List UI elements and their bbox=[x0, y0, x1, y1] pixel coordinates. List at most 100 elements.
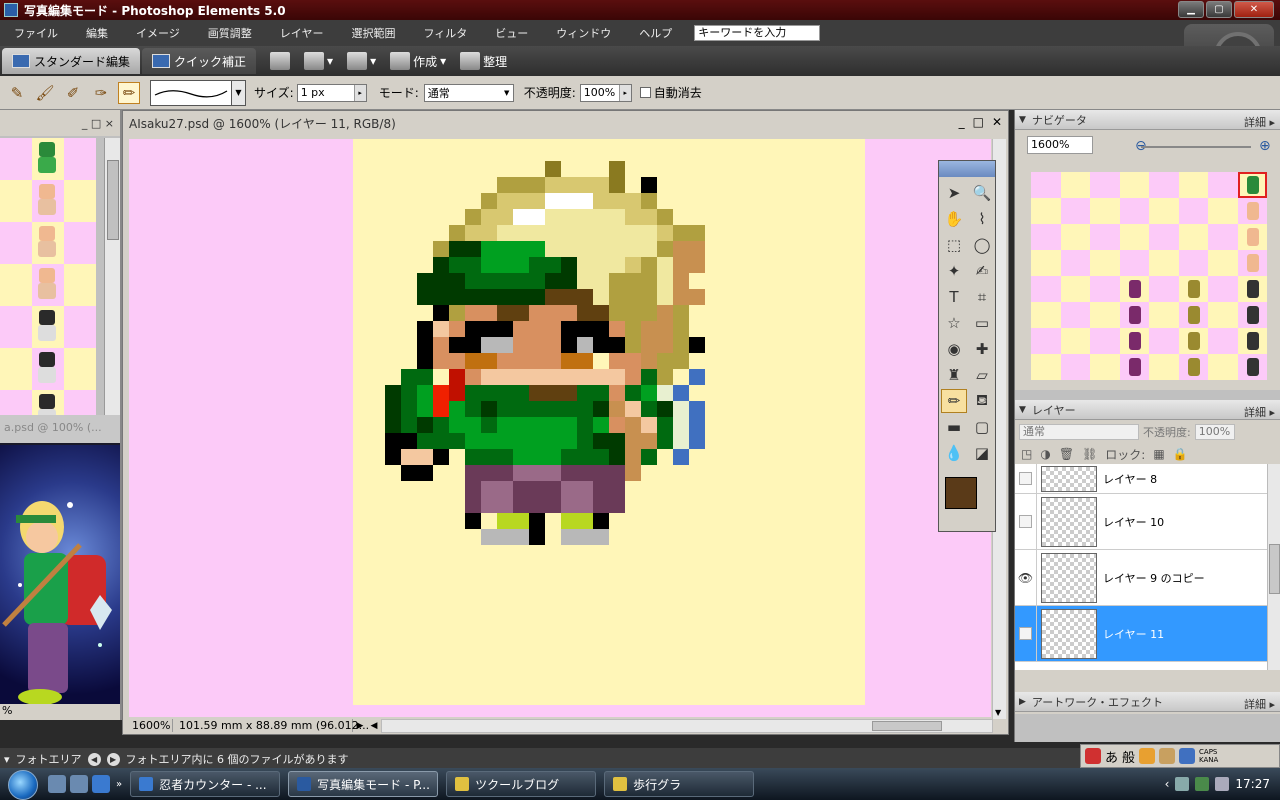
move-tool-icon[interactable]: ➤ bbox=[941, 181, 967, 205]
opacity-field[interactable]: 100% ▸ bbox=[579, 83, 632, 102]
close-icon[interactable]: ✕ bbox=[992, 115, 1002, 129]
gradient-icon[interactable]: ▬ bbox=[941, 415, 967, 439]
tab-standard-edit[interactable]: スタンダード編集 bbox=[2, 48, 141, 74]
character-artwork[interactable] bbox=[0, 445, 120, 715]
tray-app-icon[interactable] bbox=[1175, 777, 1190, 791]
internet-explorer-icon[interactable] bbox=[92, 775, 110, 793]
layer-row[interactable]: レイヤー 8 bbox=[1015, 464, 1267, 494]
lock-icon[interactable]: 🔒 bbox=[1173, 447, 1188, 461]
menu-filter[interactable]: フィルタ bbox=[409, 25, 481, 41]
healing-brush-icon[interactable]: ✚ bbox=[969, 337, 995, 361]
red-eye-icon[interactable]: ◉ bbox=[941, 337, 967, 361]
navigator-zoom-slider[interactable] bbox=[1141, 146, 1251, 148]
collapse-triangle-icon[interactable]: ▼ bbox=[1019, 115, 1026, 125]
chevron-left-icon[interactable]: ◀ bbox=[367, 721, 381, 731]
tab-quick-fix[interactable]: クイック補正 bbox=[142, 48, 257, 74]
ime-icon[interactable] bbox=[1085, 748, 1101, 764]
previous-icon[interactable]: ◀ bbox=[87, 752, 101, 766]
sprite-sheet-canvas[interactable] bbox=[0, 138, 96, 416]
magic-wand-icon[interactable]: ✦ bbox=[941, 259, 967, 283]
tools-icon[interactable] bbox=[1159, 748, 1176, 764]
menu-layer[interactable]: レイヤー bbox=[266, 25, 338, 41]
tray-expand-icon[interactable]: ‹ bbox=[1165, 777, 1170, 791]
scroll-thumb[interactable] bbox=[1269, 544, 1280, 594]
cookie-cutter-icon[interactable]: ☆ bbox=[941, 311, 967, 335]
taskbar-button[interactable]: 歩行グラ bbox=[604, 771, 755, 797]
pencil-tool-icon[interactable]: ✎ bbox=[6, 82, 28, 104]
menu-view[interactable]: ビュー bbox=[481, 25, 542, 41]
paint-bucket-icon[interactable]: ⛾ bbox=[969, 389, 995, 413]
eraser-icon[interactable]: ▱ bbox=[969, 363, 995, 387]
brush-icon[interactable]: 🖌 bbox=[34, 82, 56, 104]
crop-icon[interactable]: ⌗ bbox=[969, 285, 995, 309]
keyword-search-input[interactable]: キーワードを入力 bbox=[694, 25, 821, 41]
document-title-bar[interactable]: AIsaku27.psd @ 1600% (レイヤー 11, RGB/8) _ … bbox=[123, 111, 1008, 135]
taskbar-button[interactable]: 忍者カウンター - ... bbox=[130, 771, 281, 797]
help-icon[interactable] bbox=[1179, 748, 1196, 764]
chevron-right-icon[interactable]: ▸ bbox=[618, 84, 631, 101]
link-icon[interactable]: ⛓ bbox=[1082, 447, 1097, 461]
menu-help[interactable]: ヘルプ bbox=[625, 25, 686, 41]
shape-icon[interactable]: ▢ bbox=[969, 415, 995, 439]
layers-header[interactable]: ▼ レイヤー 詳細 ▸ bbox=[1015, 400, 1280, 420]
layer-opacity-field[interactable]: 100% bbox=[1194, 424, 1235, 440]
image-canvas[interactable] bbox=[129, 139, 991, 717]
visibility-toggle[interactable] bbox=[1015, 493, 1037, 550]
window-switcher-icon[interactable] bbox=[70, 775, 88, 793]
layer-row[interactable]: レイヤー 10 bbox=[1015, 493, 1267, 550]
straighten-icon[interactable]: ▭ bbox=[969, 311, 995, 335]
toolbox-titlebar[interactable] bbox=[939, 161, 995, 177]
adjustment-layer-icon[interactable]: ◑ bbox=[1040, 447, 1050, 461]
clock[interactable]: 17:27 bbox=[1235, 777, 1270, 791]
create-button[interactable]: 作成 ▾ bbox=[390, 52, 446, 70]
menu-image[interactable]: イメージ bbox=[122, 25, 194, 41]
sprite-scrollbar[interactable] bbox=[104, 138, 120, 416]
sprite-window-controls[interactable]: _ □ × bbox=[0, 110, 120, 136]
eyedropper-icon[interactable]: ⌇ bbox=[969, 207, 995, 231]
navigator-thumbnail[interactable] bbox=[1031, 172, 1267, 380]
impressionist-brush-icon[interactable]: ✐ bbox=[62, 82, 84, 104]
volume-icon[interactable] bbox=[1215, 777, 1230, 791]
menu-file[interactable]: ファイル bbox=[0, 25, 72, 41]
photo-bin-label[interactable]: フォトエリア bbox=[16, 751, 82, 767]
artwork-more-button[interactable]: 詳細 ▸ bbox=[1244, 696, 1275, 712]
sponge-icon[interactable]: ◪ bbox=[969, 441, 995, 465]
layer-blend-mode-select[interactable]: 通常 bbox=[1019, 424, 1139, 440]
brush-preview[interactable] bbox=[150, 79, 232, 106]
expand-triangle-icon[interactable]: ▶ bbox=[1019, 697, 1026, 707]
chevron-right-icon[interactable]: ▸ bbox=[353, 84, 366, 101]
color-replace-icon[interactable]: ✑ bbox=[90, 82, 112, 104]
ime-mode[interactable]: あ bbox=[1105, 747, 1118, 766]
navigator-zoom-field[interactable]: 1600% bbox=[1027, 136, 1093, 154]
type-tool-icon[interactable]: T bbox=[941, 285, 967, 309]
show-desktop-icon[interactable] bbox=[48, 775, 66, 793]
layer-row[interactable]: レイヤー 11 bbox=[1015, 605, 1267, 662]
visibility-toggle[interactable] bbox=[1015, 464, 1037, 494]
trash-icon[interactable]: 🗑 bbox=[1059, 447, 1074, 461]
mode-select[interactable]: 通常 ▼ bbox=[423, 83, 514, 102]
menu-enhance[interactable]: 画質調整 bbox=[194, 25, 266, 41]
share-button[interactable]: ▾ bbox=[304, 52, 333, 70]
pencil-icon[interactable]: ✏ bbox=[118, 81, 140, 104]
minimize-icon[interactable]: _ bbox=[959, 115, 965, 129]
navigator-more-button[interactable]: 詳細 ▸ bbox=[1244, 114, 1275, 130]
organize-button[interactable]: 整理 bbox=[460, 52, 507, 70]
new-layer-icon[interactable]: ◳ bbox=[1021, 447, 1032, 461]
photo-bin-toggle[interactable]: ▾ bbox=[4, 753, 10, 766]
scroll-thumb[interactable] bbox=[107, 160, 119, 240]
foreground-color-swatch[interactable] bbox=[945, 477, 977, 509]
print-button[interactable] bbox=[270, 52, 291, 70]
taskbar-button[interactable]: 写真編集モード - P... bbox=[288, 771, 439, 797]
canvas-horizontal-scrollbar[interactable] bbox=[381, 718, 993, 733]
artwork-window-title[interactable]: a.psd @ 100% (... bbox=[0, 415, 120, 443]
brush-dropdown-button[interactable]: ▼ bbox=[232, 79, 246, 106]
next-icon[interactable]: ▶ bbox=[106, 752, 120, 766]
ime-label[interactable]: 般 bbox=[1122, 747, 1135, 766]
scroll-thumb[interactable] bbox=[872, 720, 942, 731]
collapse-triangle-icon[interactable]: ▼ bbox=[1019, 405, 1026, 415]
pencil-icon[interactable]: ✏ bbox=[941, 389, 967, 413]
layer-scrollbar[interactable] bbox=[1267, 464, 1280, 670]
menu-select[interactable]: 選択範囲 bbox=[337, 25, 409, 41]
menu-window[interactable]: ウィンドウ bbox=[542, 25, 625, 41]
maximize-icon[interactable]: □ bbox=[973, 115, 984, 129]
